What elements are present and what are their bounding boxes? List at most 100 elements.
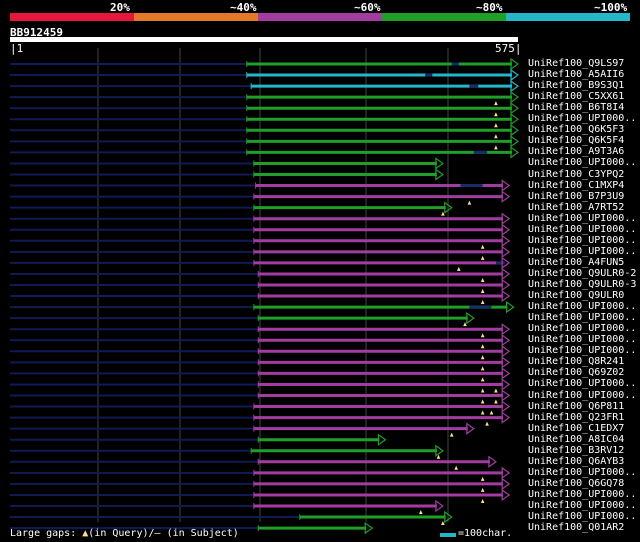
hit-end-arrow — [435, 444, 444, 457]
large-gaps-legend: Large gaps: ▲(in Query)/— (in Subject) — [10, 528, 239, 539]
hit-end-arrow — [510, 146, 520, 159]
hit-end-arrow — [501, 411, 511, 424]
hit-link[interactable]: UniRef100_UPI000.. — [528, 378, 636, 389]
hit-end-arrow — [466, 311, 475, 325]
hit-link[interactable]: UniRef100_A9T3A6 — [528, 146, 624, 157]
hit-link[interactable]: UniRef100_UPI000.. — [528, 345, 636, 356]
query-gap-marker — [494, 112, 498, 117]
hit-end-arrow — [501, 212, 511, 225]
hit-end-arrow — [501, 356, 511, 369]
large-gaps-text: Large gaps: — [10, 528, 83, 539]
hit-end-arrow — [510, 79, 520, 93]
hit-link[interactable]: UniRef100_C1MXP4 — [528, 180, 624, 191]
hit-link[interactable]: UniRef100_Q9ULR0 — [528, 290, 624, 301]
query-gap-marker — [480, 377, 485, 382]
query-gap-marker — [494, 145, 498, 150]
hit-link[interactable]: UniRef100_A8IC04 — [528, 434, 624, 445]
hit-end-arrow — [501, 223, 511, 236]
hit-link[interactable]: UniRef100_UPI000.. — [528, 511, 636, 522]
hit-end-arrow — [510, 57, 520, 71]
query-gap-marker — [480, 244, 485, 249]
hit-end-arrow — [435, 499, 444, 513]
hit-end-arrow — [510, 102, 520, 115]
hit-link[interactable]: UniRef100_UPI000.. — [528, 235, 636, 246]
hit-end-arrow — [435, 157, 444, 170]
hit-end-arrow — [501, 345, 511, 358]
hit-link[interactable]: UniRef100_C5XX61 — [528, 91, 624, 102]
hit-end-arrow — [501, 179, 511, 192]
query-gap-marker — [480, 410, 485, 415]
hit-link[interactable]: UniRef100_C1EDX7 — [528, 423, 624, 434]
hit-end-arrow — [501, 334, 511, 347]
hit-link[interactable]: UniRef100_B3RV12 — [528, 445, 624, 456]
query-gap-marker — [489, 410, 494, 415]
hit-link[interactable]: UniRef100_UPI000.. — [528, 113, 636, 124]
hit-link[interactable]: UniRef100_UPI000.. — [528, 489, 636, 500]
hit-end-arrow — [501, 234, 511, 247]
query-gap-marker — [494, 101, 498, 106]
hit-end-arrow — [510, 113, 520, 126]
hit-link[interactable]: UniRef100_Q8R241 — [528, 356, 624, 367]
hit-link[interactable]: UniRef100_B9S3Q1 — [528, 80, 624, 91]
hit-link[interactable]: UniRef100_B7P3U9 — [528, 191, 624, 202]
hit-end-arrow — [501, 367, 511, 380]
hit-end-arrow — [488, 455, 497, 468]
hit-end-arrow — [510, 135, 520, 148]
hit-link[interactable]: UniRef100_Q6GQ78 — [528, 478, 624, 489]
hit-end-arrow — [364, 521, 374, 535]
hit-link[interactable]: UniRef100_B6T8I4 — [528, 102, 624, 113]
hit-link[interactable]: UniRef100_UPI000.. — [528, 390, 636, 401]
hit-end-arrow — [501, 389, 511, 402]
hit-link[interactable]: UniRef100_C3YPQ2 — [528, 169, 624, 180]
hit-link[interactable]: UniRef100_A7RT52 — [528, 202, 624, 213]
query-gap-marker — [494, 388, 498, 393]
hit-link[interactable]: UniRef100_UPI000.. — [528, 323, 636, 334]
query-gap-marker — [457, 266, 461, 271]
hit-link[interactable]: UniRef100_Q9ULR0-2 — [528, 268, 636, 279]
hit-link[interactable]: UniRef100_UPI000.. — [528, 500, 636, 511]
query-gap-marker — [480, 344, 485, 349]
query-gap-marker — [480, 487, 485, 492]
hit-link[interactable]: UniRef100_UPI000.. — [528, 213, 636, 224]
hit-link[interactable]: UniRef100_Q6AYB3 — [528, 456, 624, 467]
query-gap-marker — [480, 476, 485, 481]
hit-link[interactable]: UniRef100_UPI000.. — [528, 301, 636, 312]
query-gap-marker — [494, 134, 498, 139]
query-gap-marker — [480, 300, 485, 305]
hit-link[interactable]: UniRef100_Q9LS97 — [528, 58, 624, 69]
hit-link[interactable]: UniRef100_Q9ULR0-3 — [528, 279, 636, 290]
hit-link[interactable]: UniRef100_A4FUN5 — [528, 257, 624, 268]
hit-link[interactable]: UniRef100_UPI000.. — [528, 224, 636, 235]
query-gap-marker — [480, 498, 485, 503]
hit-link[interactable]: UniRef100_Q6K5F4 — [528, 135, 624, 146]
query-gap-marker — [494, 123, 498, 128]
hit-end-arrow — [435, 168, 444, 181]
query-gap-marker — [480, 355, 485, 360]
hit-link[interactable]: UniRef100_Q01AR2 — [528, 522, 624, 533]
hit-link[interactable]: UniRef100_Q6P811 — [528, 401, 624, 412]
hit-end-arrow — [377, 433, 387, 446]
hit-end-arrow — [505, 300, 515, 314]
hit-link[interactable]: UniRef100_UPI000.. — [528, 334, 636, 345]
hit-end-arrow — [501, 245, 511, 259]
hit-end-arrow — [501, 289, 511, 303]
hit-link[interactable]: UniRef100_Q6K5F3 — [528, 124, 624, 135]
query-gap-marker — [480, 333, 485, 338]
hit-end-arrow — [510, 124, 520, 137]
hit-link[interactable]: UniRef100_Q69Z02 — [528, 367, 624, 378]
query-gap-marker — [494, 399, 498, 404]
hit-link[interactable]: UniRef100_UPI000.. — [528, 157, 636, 168]
hit-link[interactable]: UniRef100_UPI000.. — [528, 467, 636, 478]
query-gap-marker — [419, 510, 423, 514]
hit-link[interactable]: UniRef100_A5AII6 — [528, 69, 624, 80]
hit-link[interactable]: UniRef100_Q23FR1 — [528, 412, 624, 423]
scale-bar — [440, 533, 456, 537]
hit-end-arrow — [501, 267, 511, 281]
hit-end-arrow — [466, 422, 475, 435]
hit-end-arrow — [501, 278, 511, 292]
hit-link[interactable]: UniRef100_UPI000.. — [528, 312, 636, 323]
scale-label: =100char. — [458, 528, 513, 539]
query-gap-marker — [467, 200, 472, 205]
query-gap-marker — [480, 366, 485, 371]
hit-link[interactable]: UniRef100_UPI000.. — [528, 246, 636, 257]
